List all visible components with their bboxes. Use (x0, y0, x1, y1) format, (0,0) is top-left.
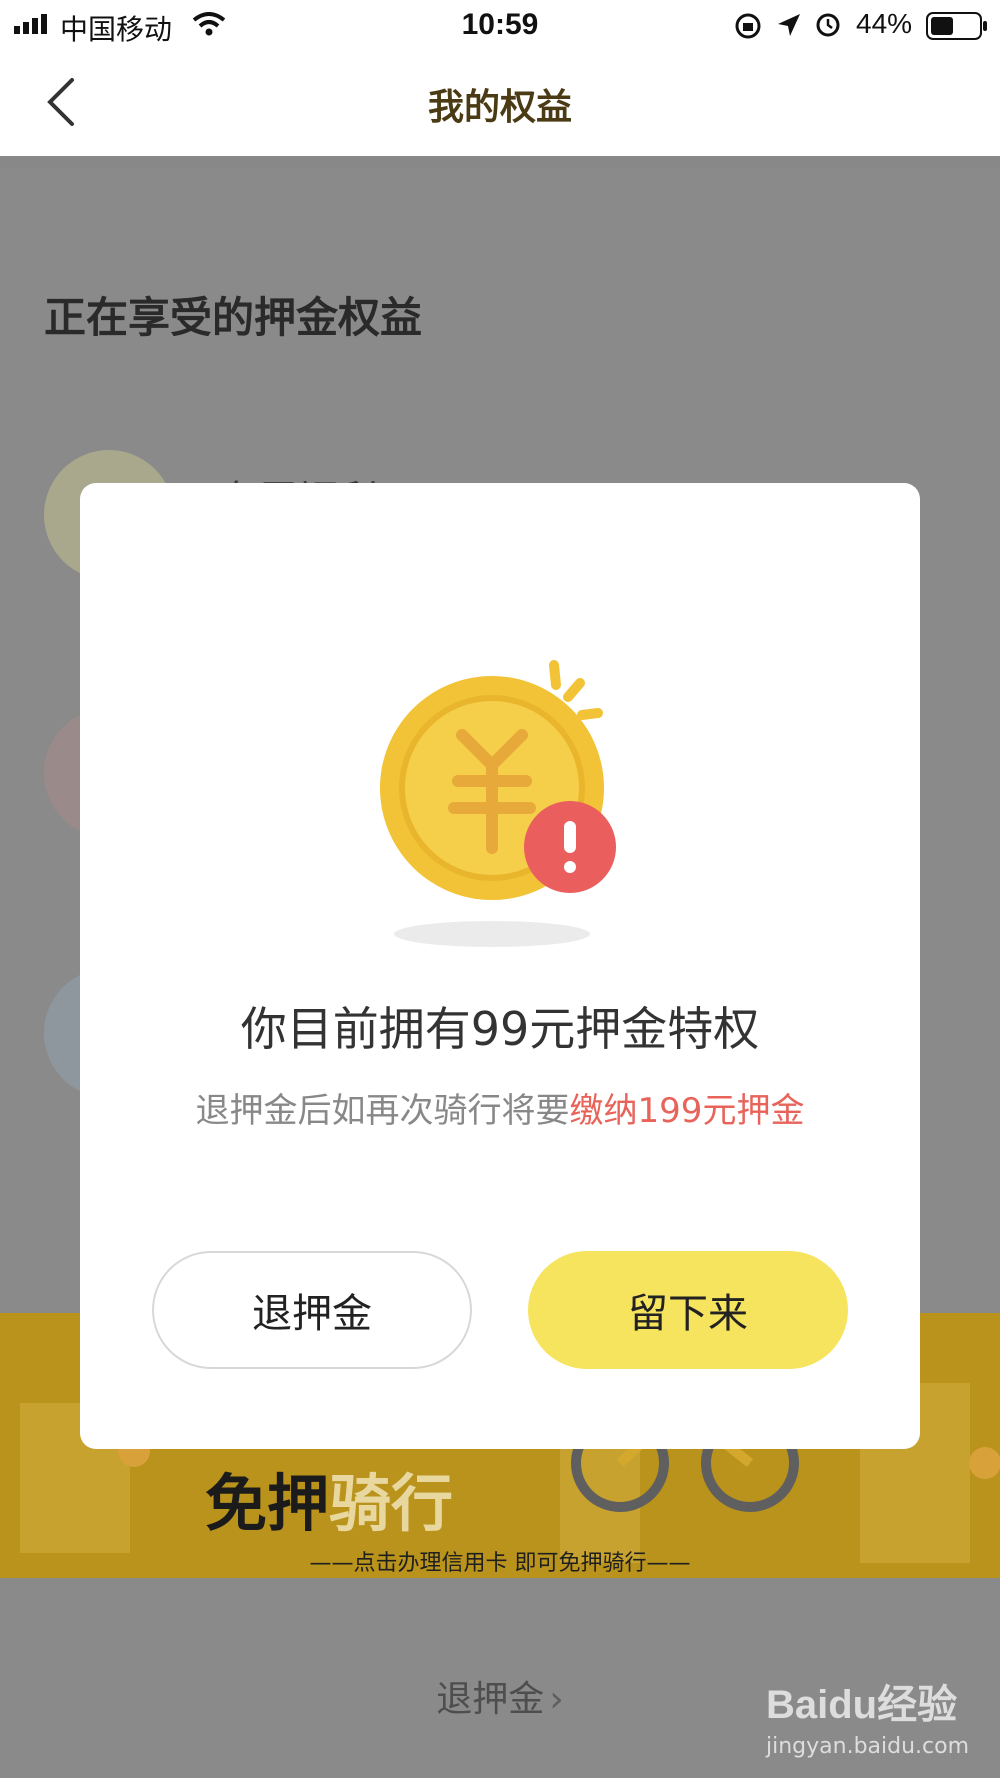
deposit-dialog: 你目前拥有99元押金特权 退押金后如再次骑行将要缴纳199元押金 退押金 留下来 (80, 483, 920, 1449)
banner-subtitle: ——点击办理信用卡 即可免押骑行—— (309, 1551, 691, 1576)
coin-warning-icon (380, 660, 616, 900)
dialog-title: 你目前拥有99元押金特权 (240, 1002, 760, 1056)
battery-percent: 44% (856, 8, 913, 39)
coin-shadow (394, 921, 590, 947)
status-bar: 中国移动 10:59 44% (0, 0, 1000, 50)
stay-button[interactable]: 留下来 (528, 1251, 848, 1369)
battery-icon (926, 12, 987, 40)
alarm-icon (816, 13, 840, 37)
nav-bar: 我的权益 (0, 50, 1000, 156)
section-title: 正在享受的押金权益 (44, 293, 423, 342)
page-title: 我的权益 (427, 87, 572, 128)
deposit-highlight: 缴纳199元押金 (569, 1091, 805, 1131)
watermark: Baidu经验 jingyan.baidu.com (766, 1683, 970, 1759)
location-icon (778, 14, 800, 36)
dialog-description: 退押金后如再次骑行将要缴纳199元押金 (195, 1091, 805, 1131)
chevron-right-icon: › (549, 1679, 564, 1720)
rotation-lock-icon (735, 13, 761, 39)
banner-title: 免押骑行 (205, 1467, 454, 1540)
refund-deposit-button[interactable]: 退押金 (152, 1251, 472, 1369)
clock-time: 10:59 (461, 8, 539, 41)
